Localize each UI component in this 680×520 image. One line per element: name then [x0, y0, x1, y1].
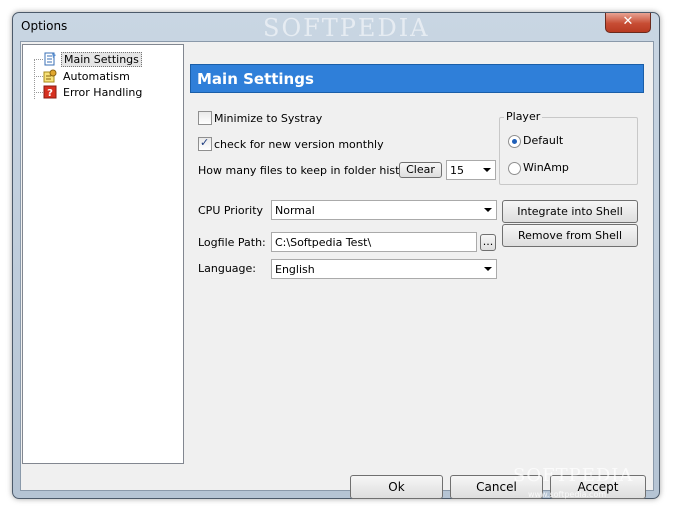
tree-connector	[34, 92, 43, 93]
title-watermark: SOFTPEDIA	[263, 14, 430, 42]
player-group-title: Player	[504, 110, 543, 123]
history-label: How many files to keep in folder history…	[198, 164, 421, 177]
ok-button[interactable]: Ok	[350, 475, 443, 499]
remove-shell-label: Remove from Shell	[517, 229, 623, 242]
settings-tree: Main Settings Automatism ? Error Handlin…	[22, 44, 184, 464]
logfile-path-value: C:\Softpedia Test\	[275, 236, 372, 249]
tree-item-error-handling[interactable]: ? Error Handling	[43, 84, 144, 100]
integrate-into-shell-button[interactable]: Integrate into Shell	[502, 200, 638, 223]
logfile-path-label: Logfile Path:	[198, 236, 266, 249]
tree-item-automatism[interactable]: Automatism	[43, 68, 132, 84]
clear-button-label: Clear	[406, 163, 435, 176]
language-select[interactable]: English	[271, 259, 497, 279]
history-count-value: 15	[450, 164, 464, 177]
minimize-to-systray-checkbox[interactable]	[198, 111, 212, 125]
player-default-label: Default	[523, 134, 564, 147]
integrate-shell-label: Integrate into Shell	[517, 205, 623, 218]
options-window: Options SOFTPEDIA ✕ Main Settings Automa…	[12, 12, 660, 499]
dialog-client: Main Settings Automatism ? Error Handlin…	[20, 41, 654, 499]
check-version-checkbox[interactable]	[198, 136, 212, 151]
tree-item-label: Automatism	[63, 69, 130, 83]
chevron-down-icon	[479, 161, 495, 179]
close-button[interactable]: ✕	[605, 13, 651, 33]
history-count-select[interactable]: 15	[446, 160, 496, 180]
clear-history-button[interactable]: Clear	[399, 162, 442, 178]
player-winamp-label: WinAmp	[523, 161, 569, 174]
player-default-radio[interactable]	[508, 135, 521, 148]
player-groupbox: Player Default WinAmp	[499, 110, 638, 185]
close-icon: ✕	[622, 14, 634, 29]
chevron-down-icon	[480, 260, 496, 278]
panel-header: Main Settings	[190, 64, 644, 93]
tree-item-label: Main Settings	[61, 51, 142, 67]
cancel-button-label: Cancel	[476, 480, 517, 494]
player-winamp-radio[interactable]	[508, 162, 521, 175]
logfile-path-input[interactable]: C:\Softpedia Test\	[271, 232, 477, 252]
tree-connector	[34, 76, 43, 77]
softpedia-watermark: SOFTPEDIA	[513, 465, 634, 486]
chevron-down-icon	[480, 201, 496, 219]
remove-from-shell-button[interactable]: Remove from Shell	[502, 224, 638, 247]
document-icon	[43, 52, 57, 66]
title-bar[interactable]: Options SOFTPEDIA ✕	[13, 13, 659, 42]
tree-connector	[34, 59, 43, 60]
language-label: Language:	[198, 262, 256, 275]
tree-item-label: Error Handling	[63, 85, 143, 99]
automatism-icon	[43, 69, 57, 83]
minimize-to-systray-label: Minimize to Systray	[214, 112, 323, 125]
cpu-priority-select[interactable]: Normal	[271, 200, 497, 220]
help-icon: ?	[43, 85, 57, 99]
cpu-priority-value: Normal	[275, 204, 315, 217]
ok-button-label: Ok	[388, 480, 405, 494]
check-version-label: check for new version monthly	[214, 138, 384, 151]
tree-item-main-settings[interactable]: Main Settings	[43, 51, 142, 67]
svg-text:?: ?	[47, 88, 53, 99]
panel-title: Main Settings	[197, 70, 314, 88]
ellipsis-icon: ...	[482, 235, 494, 248]
softpedia-watermark-url: www.softpedia.com	[528, 490, 607, 499]
tree-connector	[34, 59, 35, 99]
browse-button[interactable]: ...	[480, 234, 496, 251]
cpu-priority-label: CPU Priority	[198, 204, 264, 217]
window-title: Options	[21, 19, 68, 33]
language-value: English	[275, 263, 315, 276]
